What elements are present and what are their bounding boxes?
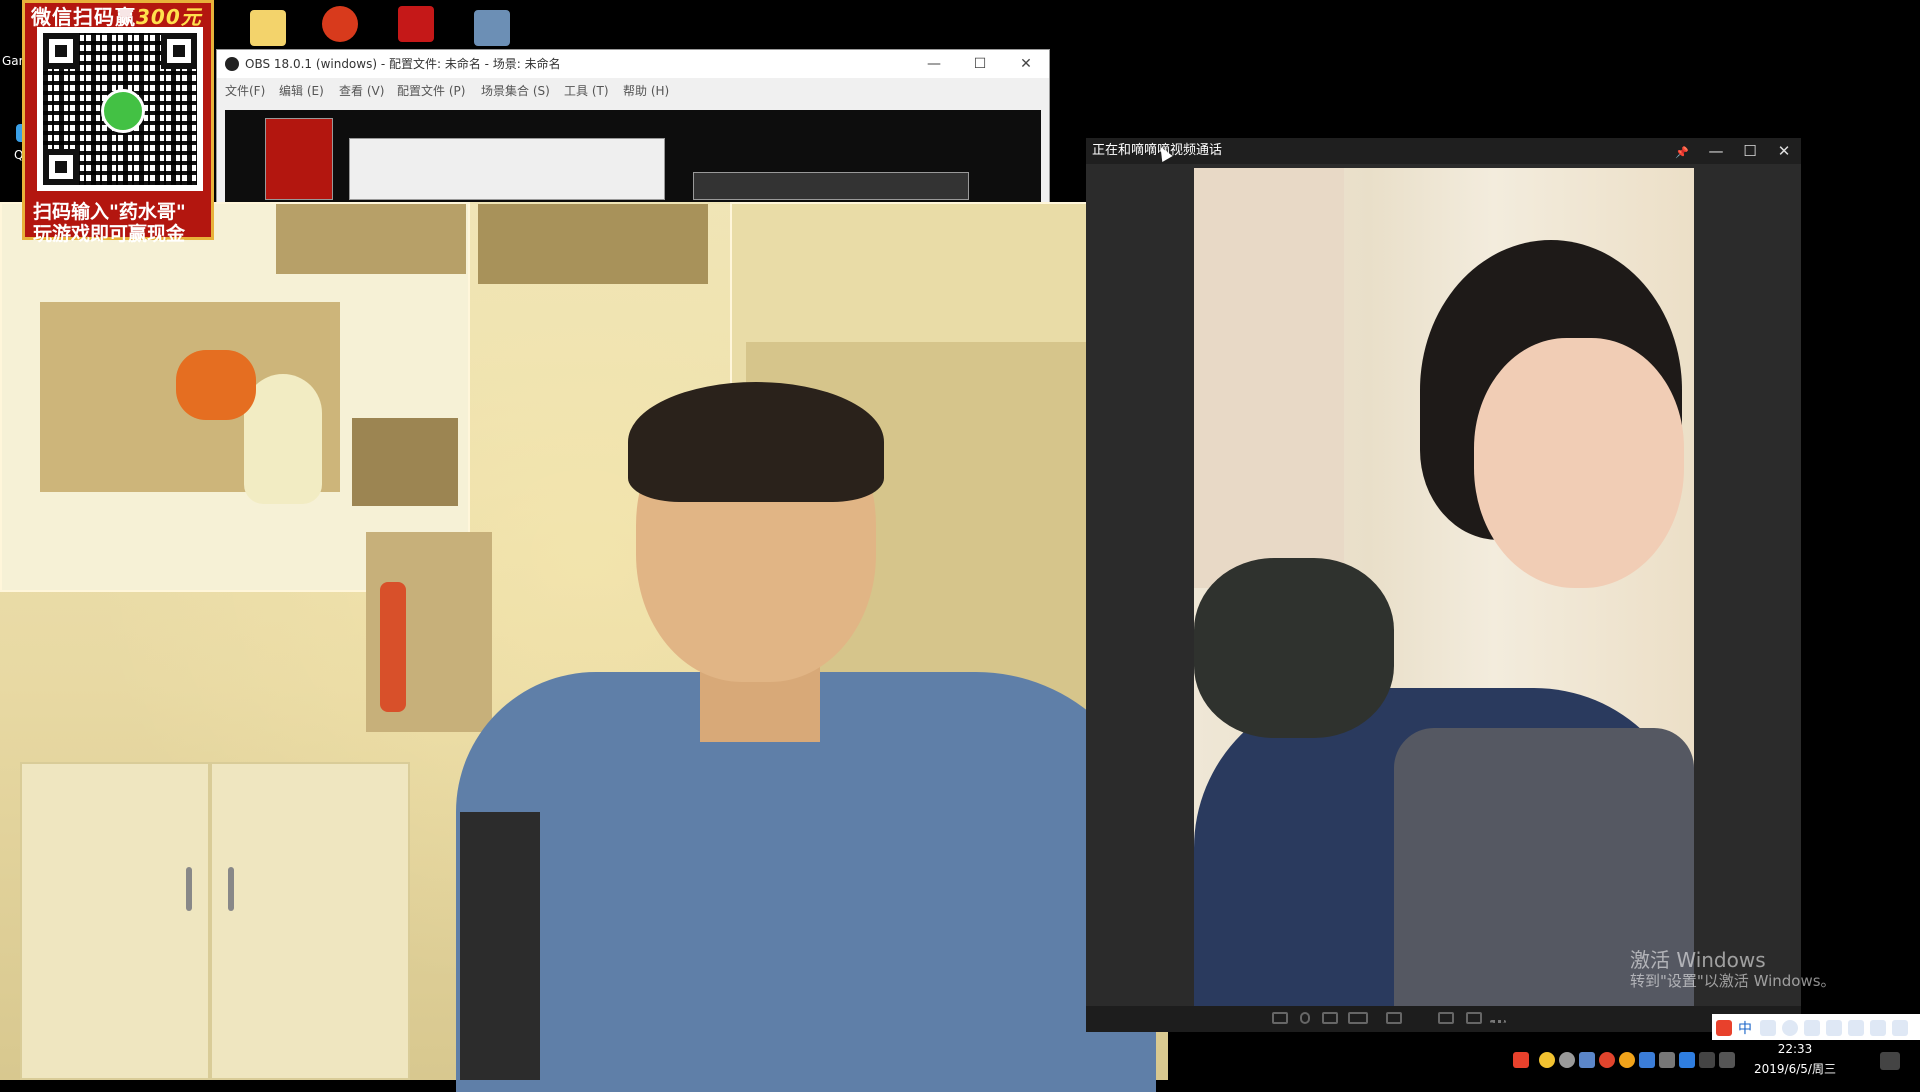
menu-scene-collection[interactable]: 场景集合 (S) [481, 82, 550, 99]
promo-title-prefix: 微信扫码赢 [31, 5, 136, 29]
close-button[interactable]: ✕ [1767, 138, 1801, 164]
clothes-pile [1194, 558, 1394, 738]
emoji-icon[interactable] [1782, 1020, 1798, 1036]
shelf-compartment [352, 418, 458, 506]
folder-icon[interactable] [250, 10, 286, 46]
shelf-compartment [478, 204, 708, 284]
clock[interactable]: 22:33 2019/6/5/周三 [1745, 1042, 1845, 1077]
pin-icon: 📌 [1675, 146, 1689, 159]
lower-cabinet [20, 762, 210, 1080]
qr-finder [43, 33, 79, 69]
menu-view[interactable]: 查看 (V) [339, 82, 384, 99]
close-button[interactable]: ✕ [1003, 50, 1049, 78]
screen-icon[interactable] [1272, 1012, 1288, 1024]
obs-preview[interactable] [225, 110, 1041, 203]
snapshot-icon[interactable] [1386, 1012, 1402, 1024]
game-app-icon[interactable] [398, 6, 434, 42]
curtain [1194, 168, 1344, 588]
shelf-compartment [276, 204, 466, 274]
maximize-button[interactable]: ☐ [1733, 138, 1767, 164]
pin-button[interactable]: 📌 [1665, 138, 1699, 164]
sogou-ime-icon[interactable] [1716, 1020, 1732, 1036]
shield-tray-icon[interactable] [1679, 1052, 1695, 1068]
app-tray-icon[interactable] [1559, 1052, 1575, 1068]
network-app-tray-icon[interactable] [1639, 1052, 1655, 1068]
obs-title-bar[interactable]: OBS 18.0.1 (windows) - 配置文件: 未命名 - 场景: 未… [217, 50, 1049, 78]
ime-mode-label[interactable]: 中 [1738, 1018, 1752, 1038]
system-tray: 22:33 2019/6/5/周三 [1495, 1040, 1920, 1080]
qq-tray-icon[interactable] [1539, 1052, 1555, 1068]
spray-can [380, 582, 406, 712]
sogou-tray-icon[interactable] [1513, 1052, 1529, 1068]
minimize-button[interactable]: — [1699, 138, 1733, 164]
skin-icon[interactable] [1870, 1020, 1886, 1036]
obs-logo-icon [225, 57, 239, 71]
streamer-chair [460, 812, 540, 1080]
keyboard-icon[interactable] [1826, 1020, 1842, 1036]
promo-title-amount: 300元 [136, 5, 202, 29]
video-call-window: 正在和嘀嘀嘀视频通话 📌 — ☐ ✕ [1086, 138, 1801, 1032]
browser-tray-icon[interactable] [1619, 1052, 1635, 1068]
streamer-hair [628, 382, 884, 502]
tools-icon[interactable] [1848, 1020, 1864, 1036]
obs-window-title: OBS 18.0.1 (windows) - 配置文件: 未命名 - 场景: 未… [245, 57, 561, 71]
lower-cabinet [210, 762, 410, 1080]
voice-icon[interactable] [1804, 1020, 1820, 1036]
weibo-tray-icon[interactable] [1599, 1052, 1615, 1068]
cabinet-handle [186, 867, 192, 911]
qr-finder [161, 33, 197, 69]
ime-tray-icon[interactable] [1579, 1052, 1595, 1068]
menu-tools[interactable]: 工具 (T) [564, 82, 609, 99]
camera-icon[interactable] [1348, 1012, 1368, 1024]
wechat-logo-icon [101, 89, 145, 133]
menu-edit[interactable]: 编辑 (E) [279, 82, 324, 99]
minimize-button[interactable]: — [911, 50, 957, 78]
notification-icon[interactable] [1880, 1052, 1900, 1070]
webcam-feed [0, 202, 1168, 1092]
activate-windows-subtitle: 转到"设置"以激活 Windows。 [1630, 972, 1836, 990]
edit-icon[interactable] [1466, 1012, 1482, 1024]
remote-video [1194, 168, 1694, 1023]
preview-thumbnail-promo [265, 118, 333, 200]
call-title-bar[interactable]: 正在和嘀嘀嘀视频通话 📌 — ☐ ✕ [1086, 138, 1801, 164]
shelf-orange-toy [176, 350, 256, 420]
clock-time: 22:33 [1777, 1042, 1813, 1056]
preview-thumbnail-obs [349, 138, 665, 200]
menu-help[interactable]: 帮助 (H) [623, 82, 669, 99]
clock-date: 2019/6/5/周三 [1754, 1062, 1836, 1076]
preview-thumbnail-call [693, 172, 969, 200]
app-icon[interactable] [474, 10, 510, 46]
more-icon[interactable] [1490, 1020, 1506, 1032]
promo-title: 微信扫码赢300元 [31, 1, 202, 30]
maximize-button[interactable]: ☐ [957, 50, 1003, 78]
grid-icon[interactable] [1892, 1020, 1908, 1036]
activate-windows-title: 激活 Windows [1630, 948, 1766, 972]
mic-icon[interactable] [1300, 1012, 1310, 1024]
volume-tray-icon[interactable] [1719, 1052, 1735, 1068]
obs-window: OBS 18.0.1 (windows) - 配置文件: 未命名 - 场景: 未… [216, 49, 1050, 204]
qr-promo-banner[interactable]: 微信扫码赢300元 扫码输入"药水哥" 玩游戏即可赢现金 [22, 0, 214, 245]
call-controls-bar [1086, 1006, 1801, 1032]
speaker-icon[interactable] [1322, 1012, 1338, 1024]
menu-profile[interactable]: 配置文件 (P) [397, 82, 465, 99]
promo-line-2: 玩游戏即可赢现金 [33, 223, 186, 245]
network-tray-icon[interactable] [1699, 1052, 1715, 1068]
obs-menu-bar: 文件(F) 编辑 (E) 查看 (V) 配置文件 (P) 场景集合 (S) 工具… [217, 78, 1049, 102]
bluetooth-tray-icon[interactable] [1659, 1052, 1675, 1068]
menu-file[interactable]: 文件(F) [225, 82, 265, 99]
ime-toolbar: 中 [1712, 1014, 1920, 1042]
cf-game-icon[interactable] [322, 6, 358, 42]
qr-code[interactable] [37, 27, 203, 191]
remote-person-face [1474, 338, 1684, 588]
layout-icon[interactable] [1438, 1012, 1454, 1024]
punctuation-icon[interactable] [1760, 1020, 1776, 1036]
qr-finder [43, 149, 79, 185]
cabinet-handle [228, 867, 234, 911]
